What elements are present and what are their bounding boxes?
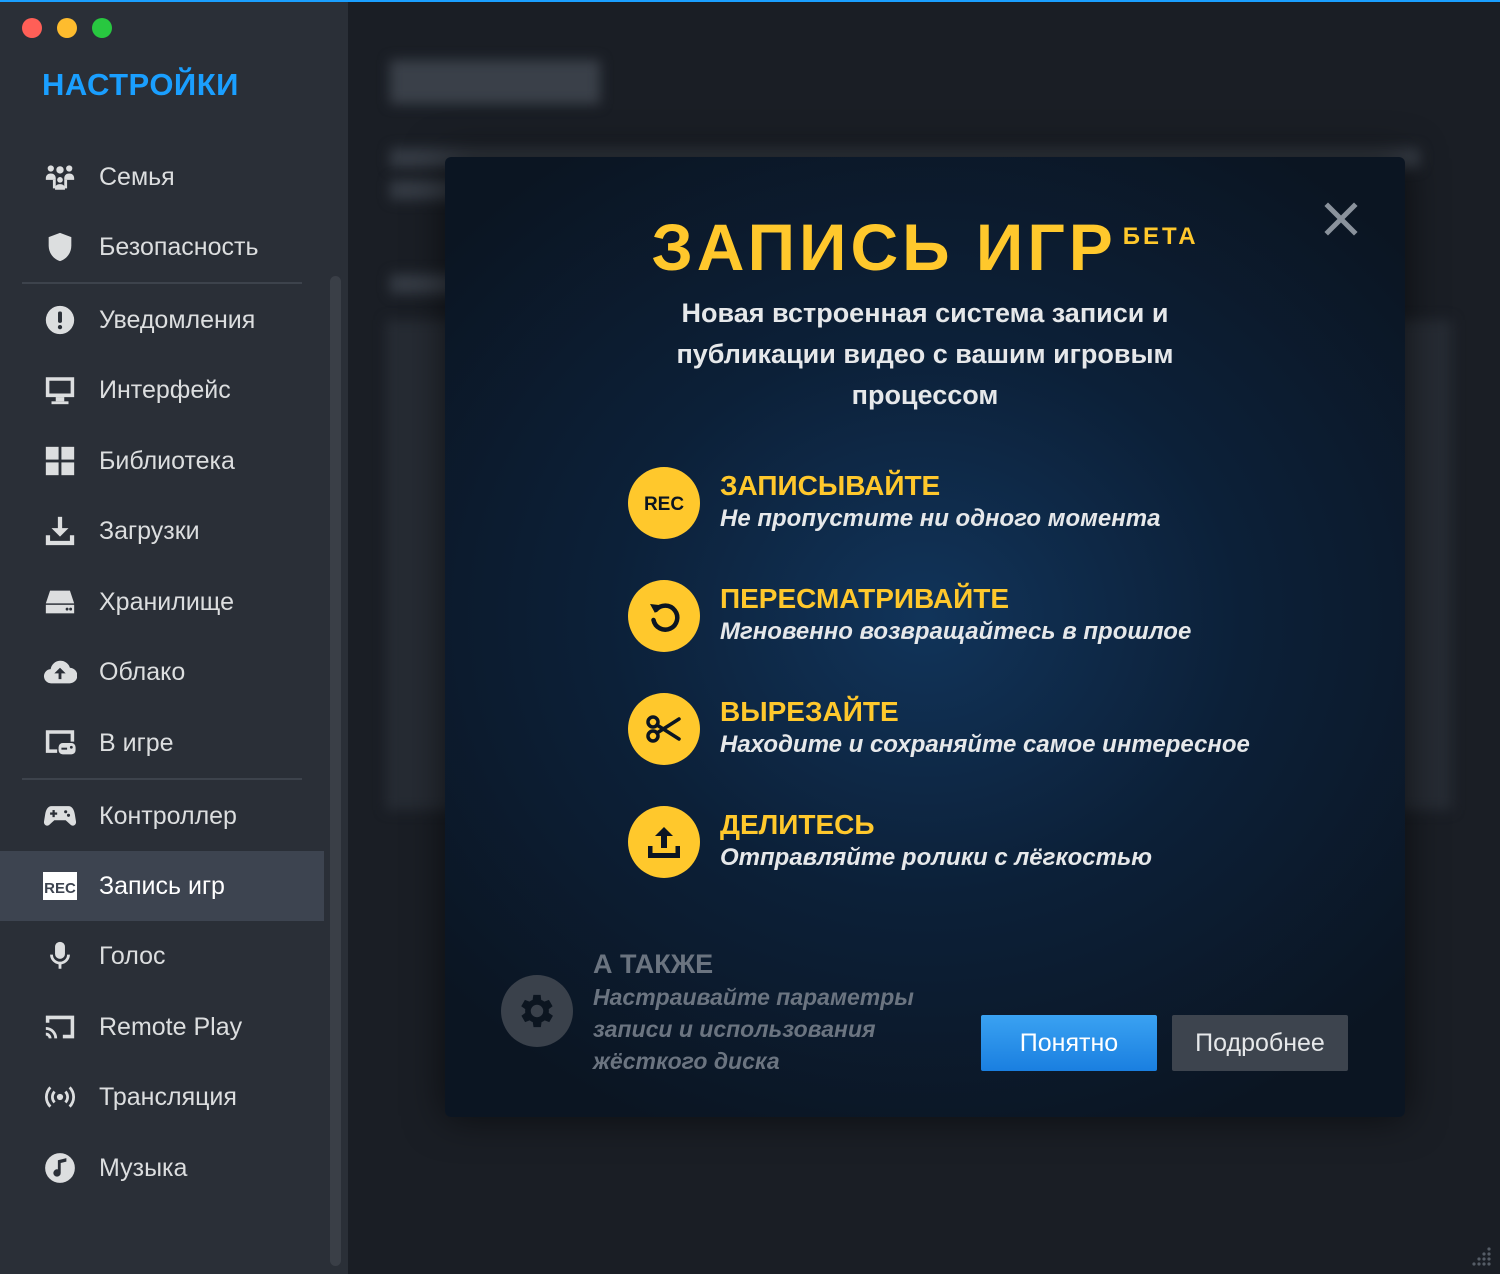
sidebar-item-label: Хранилище [99, 587, 234, 616]
family-icon [42, 159, 78, 195]
music-icon [42, 1150, 78, 1186]
sidebar-scrollbar[interactable] [330, 276, 341, 1266]
feature-description: Отправляйте ролики с лёгкостью [720, 844, 1152, 871]
background-page-title [390, 60, 600, 104]
sidebar-item-label: Запись игр [99, 871, 225, 900]
sidebar-item-family[interactable]: Семья [0, 142, 324, 212]
sidebar-divider [22, 282, 302, 284]
ingame-icon [42, 725, 78, 761]
rec-icon: REC [628, 467, 700, 539]
game-recording-dialog: ЗАПИСЬ ИГР БЕТА Новая встроенная система … [445, 157, 1405, 1117]
feature-description: Находите и сохраняйте самое интересное [720, 731, 1250, 758]
feature-description: Не пропустите ни одного момента [720, 505, 1161, 532]
dialog-subtitle: Новая встроенная система записи и публик… [676, 298, 1174, 410]
sidebar-item-label: Уведомления [99, 305, 256, 334]
sidebar-item-broadcast[interactable]: Трансляция [0, 1062, 324, 1132]
sidebar-item-cloud[interactable]: Облако [0, 637, 324, 707]
window-close-button[interactable] [22, 18, 42, 38]
replay-icon [628, 580, 700, 652]
sidebar-item-label: Интерфейс [99, 375, 231, 404]
dialog-title-text: ЗАПИСЬ ИГР [651, 210, 1117, 284]
sidebar-item-label: Семья [99, 162, 175, 191]
learn-more-button[interactable]: Подробнее [1172, 1015, 1348, 1071]
svg-text:REC: REC [644, 494, 684, 515]
feature-replay: ПЕРЕСМАТРИВАЙТЕ Мгновенно возвращайтесь … [628, 580, 1328, 652]
dialog-title: ЗАПИСЬ ИГР БЕТА [445, 209, 1405, 285]
sidebar-item-game-recording[interactable]: REC Запись игр [0, 851, 324, 921]
sidebar-item-label: Трансляция [99, 1082, 237, 1111]
feature-share: ДЕЛИТЕСЬ Отправляйте ролики с лёгкостью [628, 806, 1328, 878]
sidebar-item-library[interactable]: Библиотека [0, 426, 324, 496]
window-zoom-button[interactable] [92, 18, 112, 38]
sidebar-item-storage[interactable]: Хранилище [0, 567, 324, 637]
sidebar-item-ingame[interactable]: В игре [0, 708, 324, 778]
sidebar-title: НАСТРОЙКИ [42, 67, 239, 102]
microphone-icon [42, 938, 78, 974]
resize-grip-icon[interactable] [1470, 1244, 1492, 1266]
window-controls [22, 18, 112, 38]
scissors-icon [628, 693, 700, 765]
grid-icon [42, 443, 78, 479]
feature-cut: ВЫРЕЗАЙТЕ Находите и сохраняйте самое ин… [628, 693, 1328, 765]
also-description: Настраивайте параметры записи и использо… [593, 984, 914, 1074]
broadcast-icon [42, 1079, 78, 1115]
gear-icon [501, 975, 573, 1047]
feature-record: REC ЗАПИСЫВАЙТЕ Не пропустите ни одного … [628, 467, 1328, 539]
sidebar-item-downloads[interactable]: Загрузки [0, 496, 324, 566]
sidebar-item-security[interactable]: Безопасность [0, 212, 324, 282]
sidebar-item-label: Облако [99, 657, 186, 686]
cloud-icon [42, 654, 78, 690]
also-heading: А ТАКЖЕ [593, 949, 714, 979]
feature-description: Мгновенно возвращайтесь в прошлое [720, 618, 1192, 645]
rec-icon: REC [42, 868, 78, 904]
sidebar-divider [22, 778, 302, 780]
sidebar-item-interface[interactable]: Интерфейс [0, 355, 324, 425]
sidebar-item-label: Музыка [99, 1153, 188, 1182]
feature-heading: ВЫРЕЗАЙТЕ [720, 696, 899, 727]
sidebar-item-controller[interactable]: Контроллер [0, 781, 324, 851]
cast-icon [42, 1009, 78, 1045]
monitor-icon [42, 372, 78, 408]
beta-badge: БЕТА [1122, 223, 1199, 250]
download-icon [42, 513, 78, 549]
drive-icon [42, 584, 78, 620]
svg-text:REC: REC [44, 880, 76, 897]
feature-heading: ЗАПИСЫВАЙТЕ [720, 470, 941, 501]
sidebar-item-notifications[interactable]: Уведомления [0, 285, 324, 355]
sidebar-item-label: Контроллер [99, 801, 237, 830]
sidebar-item-music[interactable]: Музыка [0, 1133, 324, 1203]
settings-sidebar: НАСТРОЙКИ Семья Безопасность Уведомления… [0, 0, 348, 1274]
shield-icon [42, 229, 78, 265]
sidebar-item-remote-play[interactable]: Remote Play [0, 992, 324, 1062]
got-it-button[interactable]: Понятно [981, 1015, 1157, 1071]
gamepad-icon [42, 798, 78, 834]
sidebar-item-label: Remote Play [99, 1012, 243, 1041]
upload-icon [628, 806, 700, 878]
sidebar-item-label: Библиотека [99, 446, 235, 475]
window-top-accent [0, 0, 1500, 2]
notification-icon [42, 302, 78, 338]
feature-heading: ПЕРЕСМАТРИВАЙТЕ [720, 583, 1010, 614]
feature-heading: ДЕЛИТЕСЬ [720, 809, 875, 840]
sidebar-item-label: Безопасность [99, 232, 259, 261]
sidebar-item-voice[interactable]: Голос [0, 921, 324, 991]
sidebar-item-label: В игре [99, 728, 174, 757]
window-minimize-button[interactable] [57, 18, 77, 38]
sidebar-item-label: Голос [99, 941, 166, 970]
sidebar-item-label: Загрузки [99, 516, 200, 545]
